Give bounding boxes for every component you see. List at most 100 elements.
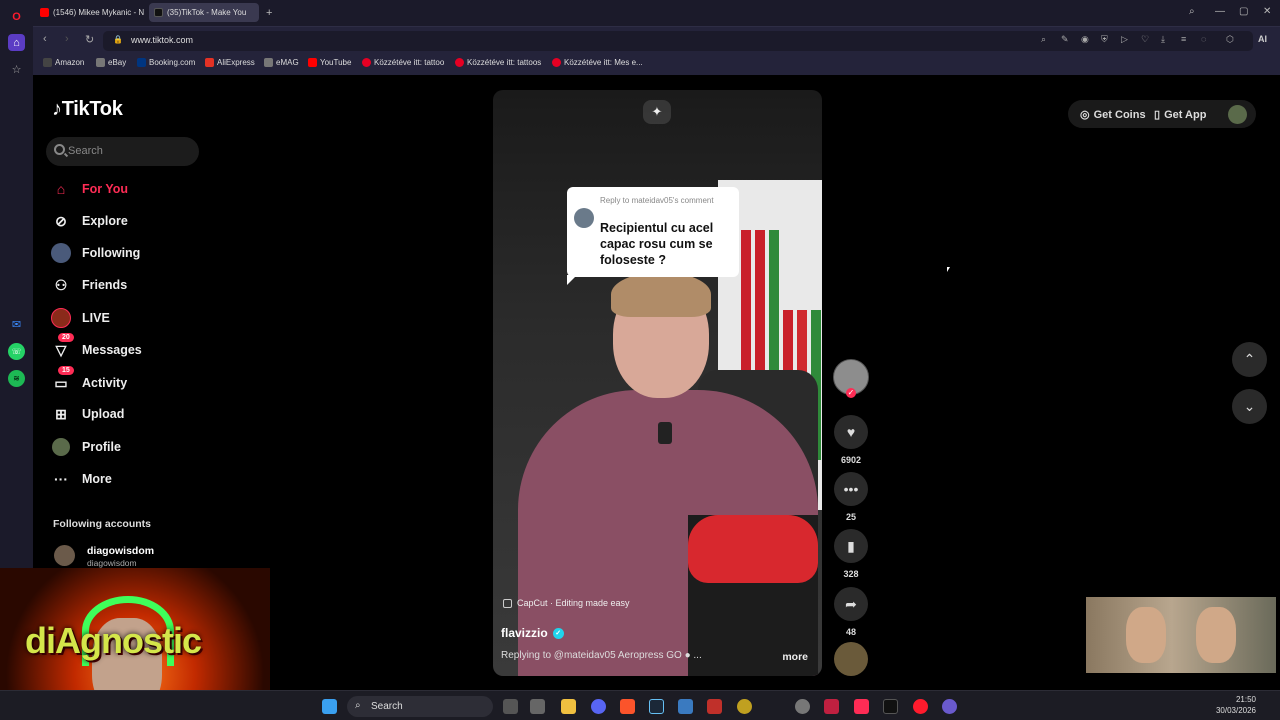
tiktok-icon[interactable] (883, 699, 898, 714)
nav-explore[interactable]: ⊘ Explore (50, 208, 128, 234)
account-icon[interactable]: ◌ (1201, 34, 1206, 44)
forward-icon[interactable]: › (65, 33, 69, 45)
get-app-button[interactable]: ▯ Get App (1154, 108, 1206, 122)
share-icon[interactable]: ➦ (834, 587, 868, 621)
photos-icon[interactable] (678, 699, 693, 714)
discord-icon[interactable] (591, 699, 606, 714)
tiktok-logo[interactable]: ♪TikTok (52, 98, 123, 121)
app-icon[interactable] (737, 699, 752, 714)
opera-logo-icon[interactable]: O (8, 8, 25, 25)
messenger-icon[interactable]: ✉ (8, 316, 25, 333)
brave-icon[interactable] (620, 699, 635, 714)
video-author[interactable]: flavizzio ✓ (501, 626, 564, 640)
star-icon[interactable]: ☆ (8, 61, 25, 78)
app-icon[interactable] (530, 699, 545, 714)
extensions-icon[interactable]: ⬡ (1226, 34, 1234, 45)
following-avatar-icon (50, 242, 72, 264)
capcut-link[interactable]: CapCut · Editing made easy (503, 598, 630, 608)
previous-video-button[interactable]: ⌃ (1232, 342, 1267, 377)
address-bar-row: ‹ › ↻ 🔒 www.tiktok.com ⌕ ✎ ◉ ⛨ ▷ ♡ ⤓ ≡ ◌… (33, 26, 1280, 54)
shield-icon[interactable]: ⛨ (1101, 34, 1108, 45)
nav-more[interactable]: ··· More (50, 466, 112, 492)
nav-for-you[interactable]: ⌂ For You (50, 176, 128, 202)
new-tab-button[interactable]: + (263, 3, 277, 22)
steam-icon[interactable] (649, 699, 664, 714)
video-player[interactable]: ✦ Reply to mateidav05's comment Recipien… (493, 90, 822, 676)
heart-icon[interactable]: ♡ (1141, 34, 1149, 45)
maximize-icon[interactable]: ▢ (1239, 6, 1248, 17)
back-icon[interactable]: ‹ (43, 33, 47, 45)
tab-tiktok[interactable]: (35)TikTok - Make You (149, 3, 259, 22)
bookmark-icon[interactable]: ▮ (834, 529, 868, 563)
bookmark-ebay[interactable]: eBay (96, 58, 126, 67)
nav-live[interactable]: LIVE (50, 305, 110, 331)
user-avatar[interactable] (1228, 105, 1247, 124)
comment-action[interactable]: ••• 25 (834, 472, 868, 522)
nav-profile[interactable]: Profile (50, 434, 121, 460)
comment-icon[interactable]: ••• (834, 472, 868, 506)
share-action[interactable]: ➦ 48 (834, 587, 868, 637)
windows-taskbar: ⌕ Search 21:50 30/03/2026 (0, 690, 1280, 720)
bookmark-pinterest-2[interactable]: Közzétéve itt: tattoos (455, 58, 541, 67)
url-text[interactable]: www.tiktok.com (131, 35, 193, 45)
camera-icon[interactable]: ◉ (1081, 34, 1089, 45)
download-icon[interactable]: ⤓ (1161, 34, 1165, 45)
effects-icon[interactable]: ✦ (643, 100, 671, 124)
tab-youtube[interactable]: (1546) Mikee Mykanic - N (35, 3, 147, 22)
nav-label: Messages (82, 343, 142, 357)
search-icon[interactable]: ⌕ (1041, 34, 1046, 45)
nav-label: More (82, 472, 112, 486)
following-accounts-heading: Following accounts (53, 518, 152, 530)
save-action[interactable]: ▮ 328 (834, 529, 868, 579)
bookmark-emag[interactable]: eMAG (264, 58, 299, 67)
nav-following[interactable]: Following (50, 240, 140, 266)
get-coins-button[interactable]: ◎ Get Coins (1080, 108, 1146, 122)
nav-upload[interactable]: ⊞ Upload (50, 401, 124, 427)
bookmark-youtube[interactable]: YouTube (308, 58, 351, 67)
bookmark-label: Közzétéve itt: Mes e... (564, 58, 643, 67)
taskbar-clock[interactable]: 21:50 30/03/2026 (1216, 694, 1256, 716)
search-icon: ⌕ (355, 700, 361, 711)
tf-icon[interactable] (707, 699, 722, 714)
nav-label: LIVE (82, 311, 110, 325)
file-explorer-icon[interactable] (561, 699, 576, 714)
opera-icon[interactable] (913, 699, 928, 714)
search-tabs-icon[interactable]: ⌕ (1189, 6, 1195, 17)
bookmark-pinterest-3[interactable]: Közzétéve itt: Mes e... (552, 58, 643, 67)
home-icon[interactable]: ⌂ (8, 34, 25, 51)
nav-activity[interactable]: ▭ 15 Activity (50, 366, 127, 396)
whatsapp-icon[interactable]: ☏ (8, 343, 25, 360)
menu-icon[interactable]: ≡ (1181, 34, 1186, 44)
task-view-icon[interactable] (503, 699, 518, 714)
close-icon[interactable]: ✕ (1263, 6, 1271, 17)
like-action[interactable]: ♥ 6902 (834, 415, 868, 465)
bookmark-booking[interactable]: Booking.com (137, 58, 195, 67)
app-icon[interactable] (942, 699, 957, 714)
tiktok-app-icon[interactable] (854, 699, 869, 714)
edit-icon[interactable]: ✎ (1061, 34, 1069, 45)
nav-friends[interactable]: ⚇ Friends (50, 272, 127, 298)
bookmark-amazon[interactable]: Amazon (43, 58, 84, 67)
follow-check-icon[interactable]: ✓ (846, 388, 856, 398)
search-input[interactable]: Search (46, 137, 199, 166)
play-icon[interactable]: ▷ (1121, 34, 1128, 45)
bookmark-pinterest-1[interactable]: Közzétéve itt: tattoo (362, 58, 444, 67)
windows-start-icon[interactable] (322, 699, 337, 714)
avatar (574, 208, 594, 228)
binder (755, 230, 765, 380)
winrar-icon[interactable] (824, 699, 839, 714)
nav-messages[interactable]: ▽ 20 Messages (50, 333, 142, 363)
next-video-button[interactable]: ⌄ (1232, 389, 1267, 424)
settings-icon[interactable] (795, 699, 810, 714)
author-name: flavizzio (501, 626, 548, 640)
reload-icon[interactable]: ↻ (85, 33, 94, 46)
music-disc[interactable] (834, 642, 868, 676)
heart-icon[interactable]: ♥ (834, 415, 868, 449)
nav-label: Explore (82, 214, 128, 228)
minimize-icon[interactable]: — (1215, 6, 1225, 17)
spotify-icon[interactable]: ≋ (8, 370, 25, 387)
taskbar-search[interactable]: ⌕ Search (347, 696, 493, 717)
more-button[interactable]: more (782, 651, 808, 663)
ai-button[interactable]: AI (1258, 34, 1267, 44)
bookmark-aliexpress[interactable]: AliExpress (205, 58, 255, 67)
